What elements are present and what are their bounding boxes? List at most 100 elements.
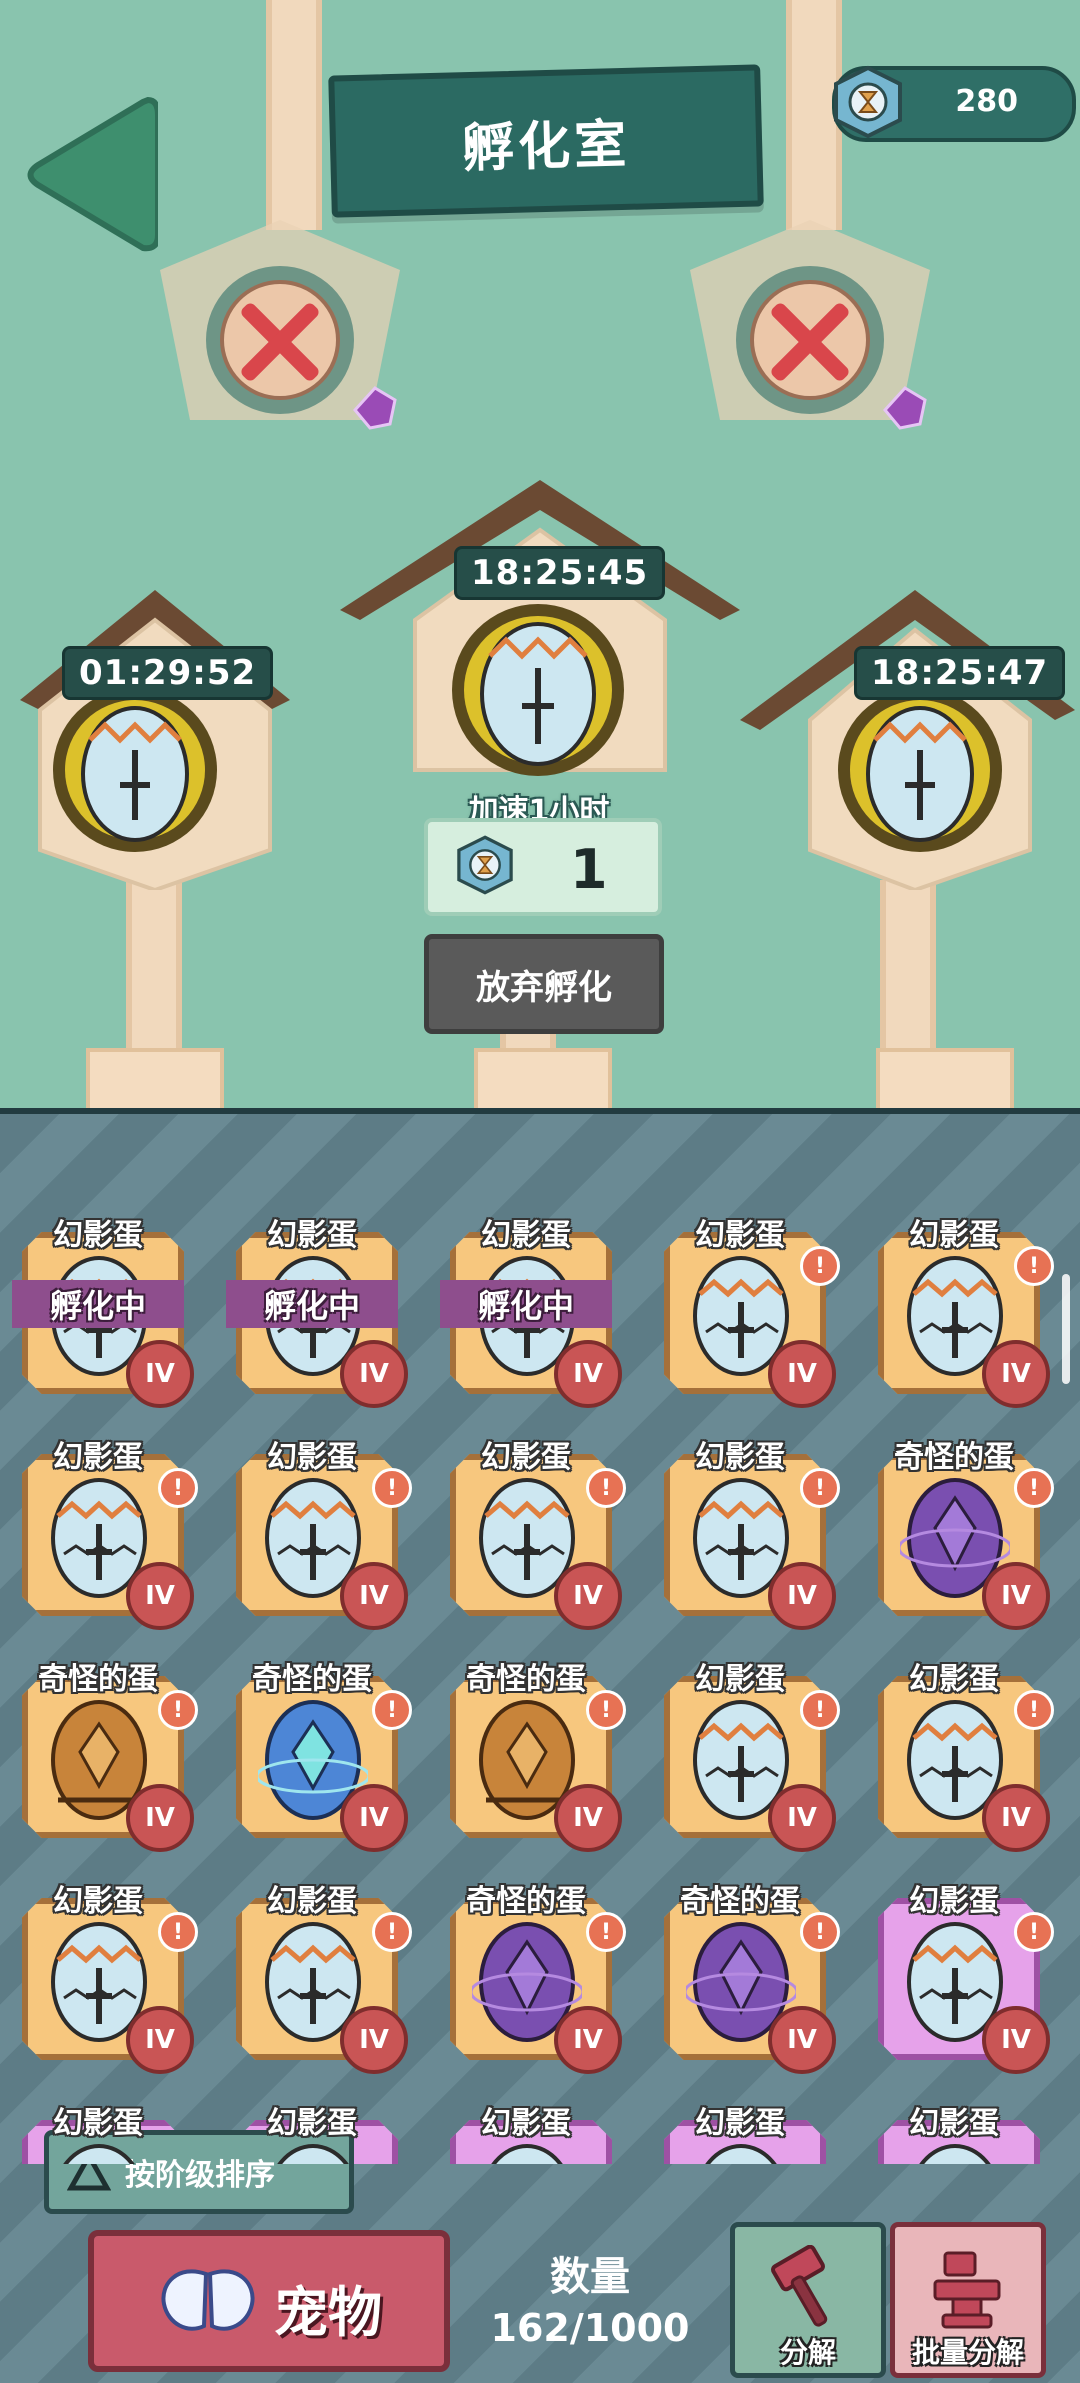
tier-badge: IV — [554, 2006, 622, 2074]
pets-label: 宠物 — [274, 2281, 382, 2344]
abandon-label: 放弃孵化 — [476, 967, 612, 1008]
egg-name: 幻影蛋 — [267, 1218, 357, 1253]
abandon-hatching-button[interactable]: 放弃孵化 — [424, 934, 664, 1034]
tier-badge: IV — [554, 1784, 622, 1852]
count-label: 数量 — [550, 2254, 630, 2300]
bulk-disassemble-button[interactable]: 批量分解 — [890, 2222, 1046, 2378]
egg-card[interactable]: 奇怪的蛋! IV — [874, 1432, 1054, 1642]
bulk-disassemble-label: 批量分解 — [911, 2336, 1024, 2369]
post-base — [876, 1048, 1014, 1108]
alert-icon: ! — [800, 1468, 840, 1508]
egg-card[interactable]: 奇怪的蛋! IV — [18, 1654, 198, 1864]
incubator-house-left[interactable] — [0, 570, 320, 890]
alert-icon: ! — [800, 1690, 840, 1730]
egg-card[interactable]: 幻影蛋孵化中 IV — [440, 1210, 622, 1420]
incubator-house-right[interactable] — [740, 570, 1080, 890]
locked-slot-right[interactable] — [680, 210, 940, 430]
alert-icon: ! — [586, 1468, 626, 1508]
egg-name: 幻影蛋 — [695, 2106, 785, 2141]
alert-icon: ! — [158, 1468, 198, 1508]
tier-badge: IV — [768, 1340, 836, 1408]
tier-badge: IV — [126, 1784, 194, 1852]
egg-card[interactable]: 幻影蛋! IV — [660, 1432, 840, 1642]
disassemble-button[interactable]: 分解 — [730, 2222, 886, 2378]
alert-icon: ! — [586, 1690, 626, 1730]
speedup-cost: 1 — [570, 838, 608, 901]
back-arrow-icon[interactable] — [18, 90, 158, 260]
egg-card[interactable]: 幻影蛋 — [660, 2098, 826, 2164]
tier-badge: IV — [982, 1784, 1050, 1852]
egg-name: 幻影蛋 — [53, 1218, 143, 1253]
egg-card[interactable]: 幻影蛋孵化中 IV — [12, 1210, 194, 1420]
alert-icon: ! — [158, 1690, 198, 1730]
alert-icon: ! — [372, 1690, 412, 1730]
tier-badge: IV — [340, 1784, 408, 1852]
egg-card[interactable]: 奇怪的蛋! IV — [446, 1876, 626, 2086]
tier-badge: IV — [768, 1562, 836, 1630]
tier-badge: IV — [982, 1340, 1050, 1408]
alert-icon: ! — [372, 1912, 412, 1952]
egg-name: 幻影蛋 — [481, 1218, 571, 1253]
tier-badge: IV — [340, 1340, 408, 1408]
egg-card[interactable]: 幻影蛋! IV — [874, 1210, 1054, 1420]
alert-icon: ! — [1014, 1912, 1054, 1952]
egg-card[interactable]: 奇怪的蛋! IV — [446, 1654, 626, 1864]
post-base — [474, 1048, 612, 1108]
pets-button[interactable]: 宠物 — [88, 2230, 450, 2372]
egg-card[interactable]: 奇怪的蛋! IV — [660, 1876, 840, 2086]
scrollbar[interactable] — [1062, 1274, 1070, 1384]
egg-card[interactable]: 幻影蛋 — [446, 2098, 612, 2164]
alert-icon: ! — [1014, 1246, 1054, 1286]
incubator-house-center[interactable] — [330, 470, 750, 790]
post — [266, 0, 322, 230]
egg-card[interactable]: 幻影蛋! IV — [446, 1432, 626, 1642]
wings-icon — [161, 2269, 255, 2331]
tier-badge: IV — [982, 1562, 1050, 1630]
alert-icon: ! — [372, 1468, 412, 1508]
anvil-icon — [933, 2251, 1001, 2329]
egg-card[interactable]: 幻影蛋! IV — [874, 1876, 1054, 2086]
egg-card[interactable]: 幻影蛋 孵化中 IV — [226, 1210, 408, 1420]
hourglass-gem-icon — [457, 835, 513, 895]
tier-badge: IV — [126, 2006, 194, 2074]
egg-name: 幻影蛋 — [267, 2106, 357, 2141]
locked-slot-left[interactable] — [150, 210, 410, 430]
alert-icon: ! — [1014, 1468, 1054, 1508]
disassemble-label: 分解 — [779, 2336, 836, 2369]
page-title: 孵化室 — [461, 114, 631, 179]
hourglass-gem-icon — [834, 65, 902, 139]
tier-badge: IV — [126, 1562, 194, 1630]
egg-card[interactable]: 幻影蛋 — [874, 2098, 1040, 2164]
egg-card[interactable]: 幻影蛋! IV — [232, 1432, 412, 1642]
post-base — [86, 1048, 224, 1108]
egg-card[interactable]: 幻影蛋! IV — [660, 1210, 840, 1420]
egg-inventory: 幻影蛋 孵化中 IV 幻影蛋 孵化中 IV 幻影蛋 孵化中 IV 幻影蛋! IV 幻影蛋! IV 幻影蛋!… — [0, 1108, 1080, 2383]
egg-card[interactable]: 幻影蛋! IV — [874, 1654, 1054, 1864]
tier-badge: IV — [768, 1784, 836, 1852]
currency-value: 280 — [955, 84, 1018, 119]
egg-card[interactable]: 幻影蛋! IV — [18, 1432, 198, 1642]
egg-grid: 幻影蛋 孵化中 IV 幻影蛋 孵化中 IV 幻影蛋 孵化中 IV 幻影蛋! IV 幻影蛋! IV 幻影蛋!… — [0, 1114, 1080, 2164]
alert-icon: ! — [800, 1912, 840, 1952]
egg-card[interactable]: 幻影蛋! IV — [18, 1876, 198, 2086]
tier-badge: IV — [554, 1562, 622, 1630]
title-board: 孵化室 — [328, 64, 764, 218]
incubator-timer-right: 18:25:47 — [854, 646, 1066, 700]
alert-icon: ! — [158, 1912, 198, 1952]
incubator-scene: 孵化室 280 01:29:52 18:25:45 18:25:47 加速1小时… — [0, 0, 1080, 1108]
hammer-icon — [771, 2245, 828, 2327]
tier-badge: IV — [982, 2006, 1050, 2074]
egg-card[interactable]: 幻影蛋! IV — [232, 1876, 412, 2086]
tier-badge: IV — [126, 1340, 194, 1408]
hourglass-currency[interactable]: 280 — [832, 65, 1076, 142]
egg-card[interactable]: 幻影蛋! IV — [660, 1654, 840, 1864]
speedup-button[interactable] — [424, 818, 662, 916]
hatching-status-badge: 孵化中 — [440, 1280, 612, 1328]
alert-icon: ! — [1014, 1690, 1054, 1730]
tier-badge: IV — [554, 1340, 622, 1408]
count-value: 162/1000 — [490, 2306, 690, 2350]
egg-card[interactable]: 奇怪的蛋! IV — [232, 1654, 412, 1864]
hatching-status-badge: 孵化中 — [12, 1280, 184, 1328]
tier-badge: IV — [340, 2006, 408, 2074]
alert-icon: ! — [586, 1912, 626, 1952]
